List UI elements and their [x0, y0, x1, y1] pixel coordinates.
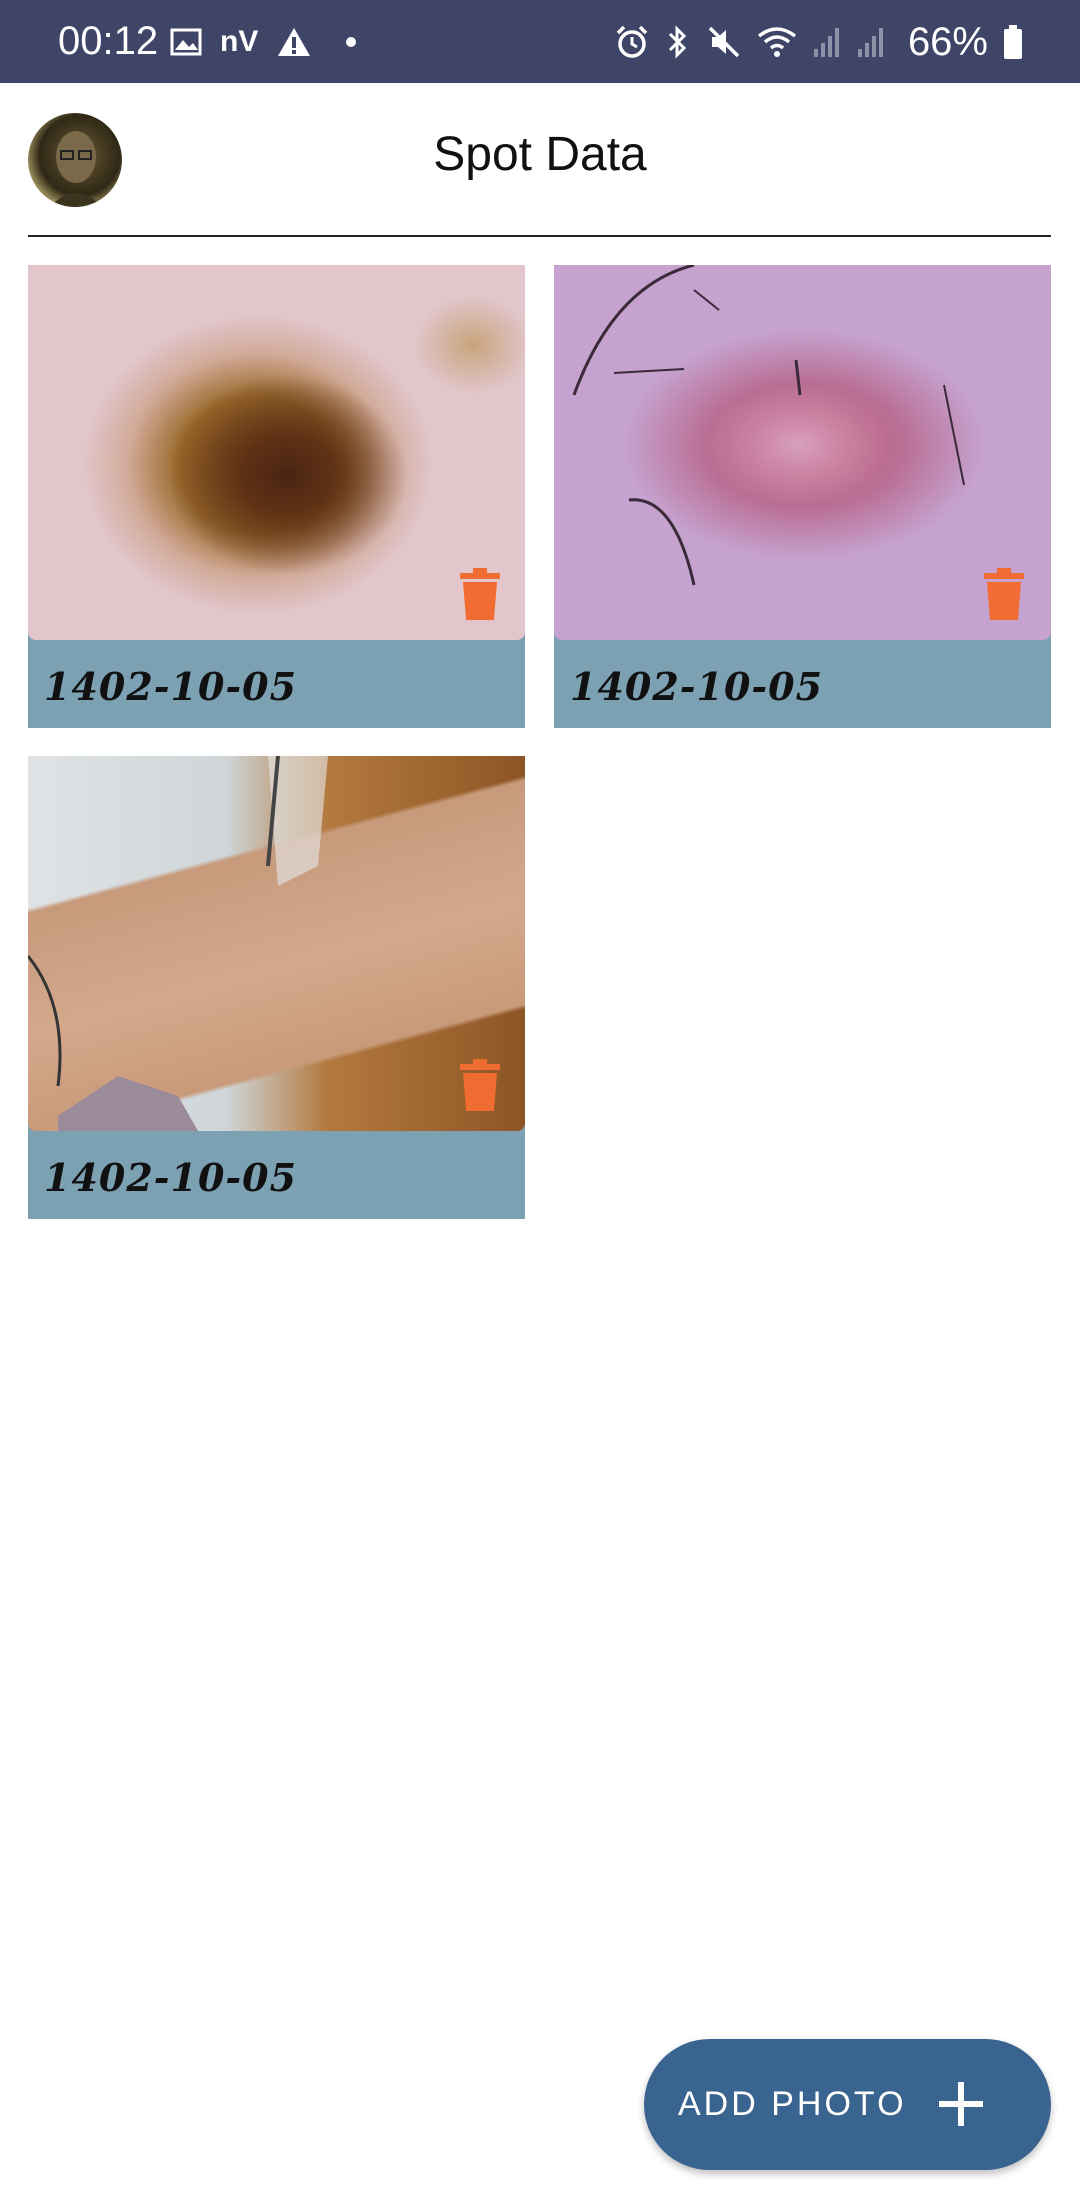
status-time: 00:12 [58, 19, 159, 63]
trash-icon[interactable] [460, 568, 500, 620]
battery-icon [1002, 24, 1024, 60]
status-right-icons: 66% [614, 20, 1024, 64]
arm-photo[interactable] [28, 756, 525, 1131]
add-photo-label: ADD PHOTO [678, 2085, 907, 2123]
photo-date: 1402-10-05 [44, 664, 298, 709]
carrier-label: nV [220, 25, 259, 58]
alarm-icon [614, 24, 650, 60]
header-divider [28, 235, 1051, 237]
status-bar: 00:12 nV 66% [0, 0, 1080, 83]
skin-lesion-photo[interactable] [28, 265, 525, 640]
warning-icon [276, 26, 312, 58]
signal-icon [856, 25, 886, 59]
add-photo-button[interactable]: ADD PHOTO [644, 2039, 1051, 2170]
hair-strokes [572, 265, 965, 586]
dot-icon [346, 37, 357, 47]
photo-card[interactable]: 1402-10-05 [28, 756, 525, 1219]
trash-icon[interactable] [984, 568, 1024, 620]
photo-date: 1402-10-05 [44, 1155, 298, 1200]
skin-lesion-photo[interactable] [554, 265, 1051, 640]
page-title: Spot Data [433, 128, 647, 181]
image-icon [170, 28, 202, 56]
battery-percent: 66% [907, 20, 988, 64]
mute-icon [706, 24, 742, 60]
signal-icon [812, 25, 842, 59]
wifi-icon [756, 24, 798, 60]
arm-photo-details [28, 756, 328, 1131]
photo-date: 1402-10-05 [570, 664, 824, 709]
plus-icon [939, 2082, 983, 2126]
status-left-icons: nV [170, 22, 357, 62]
photo-card[interactable]: 1402-10-05 [28, 265, 525, 728]
trash-icon[interactable] [460, 1059, 500, 1111]
bluetooth-icon [664, 24, 692, 60]
app-header: Spot Data [0, 83, 1080, 237]
photo-card[interactable]: 1402-10-05 [554, 265, 1051, 728]
